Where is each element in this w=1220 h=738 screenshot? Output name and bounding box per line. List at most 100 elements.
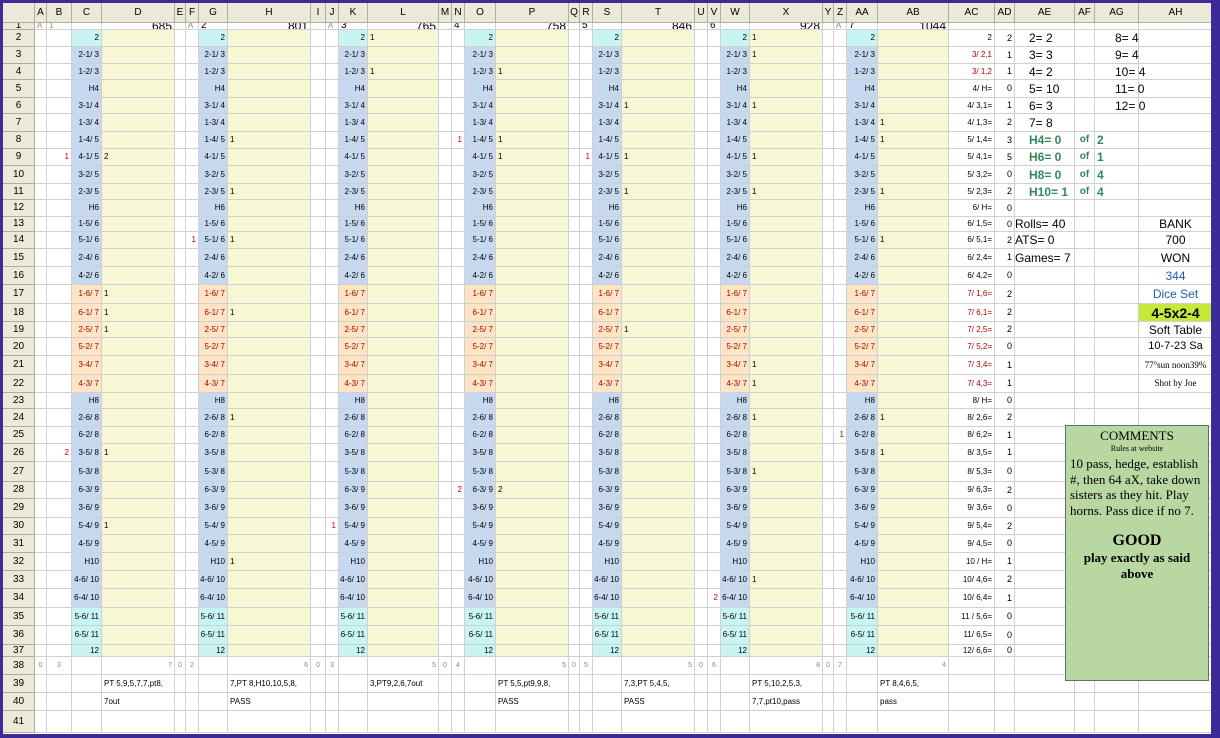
roll-count[interactable]: 1 — [496, 132, 569, 149]
roll-count[interactable] — [878, 626, 949, 645]
summary-ag9[interactable]: 1 — [1095, 149, 1139, 166]
ac-label[interactable]: 6/ H= — [949, 200, 995, 217]
roll-count[interactable]: 1 — [496, 64, 569, 80]
roll-label[interactable]: H8 — [593, 393, 622, 409]
grid-cell[interactable] — [439, 608, 452, 626]
grid-cell[interactable] — [439, 356, 452, 375]
grid-cell[interactable] — [186, 304, 199, 322]
column-header-i[interactable]: I — [311, 3, 326, 23]
grid-cell[interactable] — [823, 149, 834, 166]
roll-count[interactable] — [102, 80, 175, 98]
roll-label[interactable]: 4-2/ 6 — [339, 267, 368, 285]
grid-cell[interactable] — [823, 499, 834, 518]
grid-cell[interactable] — [452, 499, 465, 518]
row-header-38[interactable]: 38 — [3, 657, 35, 675]
grid-cell[interactable] — [35, 47, 47, 64]
ad-value[interactable]: 0 — [995, 166, 1015, 184]
roll-count[interactable]: 1 — [878, 184, 949, 200]
roll-label[interactable]: 6-4/ 10 — [199, 589, 228, 608]
grid-cell[interactable] — [311, 30, 326, 47]
roll-count[interactable] — [878, 499, 949, 518]
roll-count[interactable] — [750, 249, 823, 267]
grid-cell[interactable] — [834, 338, 847, 356]
roll-label[interactable]: 5-4/ 9 — [339, 518, 368, 535]
roll-count[interactable] — [496, 462, 569, 482]
roll-label[interactable]: 5-4/ 9 — [593, 518, 622, 535]
grid-cell[interactable] — [47, 356, 72, 375]
ad-value[interactable]: 2 — [995, 184, 1015, 200]
grid-cell[interactable] — [175, 132, 186, 149]
roll-label[interactable]: 3-2/ 5 — [593, 166, 622, 184]
grid-cell[interactable] — [580, 589, 593, 608]
grid-cell[interactable] — [186, 132, 199, 149]
roll-label[interactable]: 6-5/ 11 — [339, 626, 368, 645]
count-summary[interactable]: 0 — [695, 657, 708, 675]
grid-cell[interactable] — [580, 166, 593, 184]
grid-cell[interactable] — [175, 427, 186, 444]
grid-cell[interactable] — [695, 427, 708, 444]
roll-label[interactable]: 5-1/ 6 — [72, 232, 102, 249]
roll-label[interactable]: 12 — [847, 645, 878, 657]
column-header-m[interactable]: M — [439, 3, 452, 23]
grid-cell[interactable] — [311, 427, 326, 444]
grid-cell[interactable] — [1139, 693, 1211, 711]
grid-cell[interactable] — [35, 338, 47, 356]
roll-count[interactable] — [750, 444, 823, 462]
grid-cell[interactable] — [823, 711, 834, 733]
grid-cell[interactable] — [326, 304, 339, 322]
grid-cell[interactable] — [708, 132, 721, 149]
roll-label[interactable]: 5-4/ 9 — [465, 518, 496, 535]
grid-cell[interactable] — [311, 285, 326, 304]
row-header-20[interactable]: 20 — [3, 338, 35, 356]
cell-g1[interactable]: 2 — [199, 23, 228, 30]
grid-cell[interactable] — [311, 608, 326, 626]
summary-ah17[interactable]: Dice Set — [1139, 285, 1211, 304]
grid-cell[interactable] — [580, 217, 593, 232]
column-header-u[interactable]: U — [695, 3, 708, 23]
grid-cell[interactable] — [695, 47, 708, 64]
ad-value[interactable]: 0 — [995, 626, 1015, 645]
roll-count[interactable] — [750, 285, 823, 304]
point-line-1[interactable]: PT 5,10,2,5,3, — [750, 675, 863, 693]
roll-count[interactable] — [496, 444, 569, 462]
grid-cell[interactable] — [452, 285, 465, 304]
grid-cell[interactable] — [580, 409, 593, 427]
cell-b1[interactable]: 1 — [47, 23, 72, 30]
grid-cell[interactable] — [326, 444, 339, 462]
grid-cell[interactable] — [326, 608, 339, 626]
grid-cell[interactable] — [35, 184, 47, 200]
roll-count[interactable] — [496, 499, 569, 518]
row-header-21[interactable]: 21 — [3, 356, 35, 375]
grid-cell[interactable] — [1139, 114, 1211, 132]
row-header-12[interactable]: 12 — [3, 200, 35, 217]
grid-cell[interactable] — [326, 535, 339, 553]
roll-count[interactable] — [102, 132, 175, 149]
roll-count[interactable] — [750, 114, 823, 132]
grid-cell[interactable] — [186, 608, 199, 626]
grid-cell[interactable] — [311, 535, 326, 553]
summary-af11[interactable]: of — [1075, 184, 1095, 200]
grid-cell[interactable] — [35, 518, 47, 535]
roll-count[interactable] — [496, 553, 569, 571]
grid-cell[interactable] — [580, 114, 593, 132]
grid-cell[interactable] — [823, 304, 834, 322]
roll-count[interactable]: 1 — [622, 322, 695, 338]
row-header-39[interactable]: 39 — [3, 675, 35, 693]
grid-cell[interactable] — [708, 232, 721, 249]
grid-cell[interactable] — [695, 499, 708, 518]
grid-cell[interactable] — [186, 217, 199, 232]
roll-label[interactable]: 5-1/ 6 — [199, 232, 228, 249]
roll-label[interactable]: 5-3/ 8 — [199, 462, 228, 482]
summary-ah20[interactable]: 10-7-23 Sa — [1139, 338, 1211, 356]
grid-cell[interactable] — [580, 80, 593, 98]
grid-cell[interactable] — [569, 553, 580, 571]
grid-cell[interactable] — [995, 711, 1015, 733]
grid-cell[interactable] — [580, 482, 593, 499]
cell-a1[interactable]: A — [35, 23, 47, 30]
roll-label[interactable]: 5-2/ 7 — [721, 338, 750, 356]
grid-cell[interactable] — [175, 338, 186, 356]
grid-cell[interactable] — [175, 553, 186, 571]
grid-cell[interactable] — [47, 589, 72, 608]
grid-cell[interactable] — [569, 462, 580, 482]
roll-count[interactable] — [228, 149, 311, 166]
